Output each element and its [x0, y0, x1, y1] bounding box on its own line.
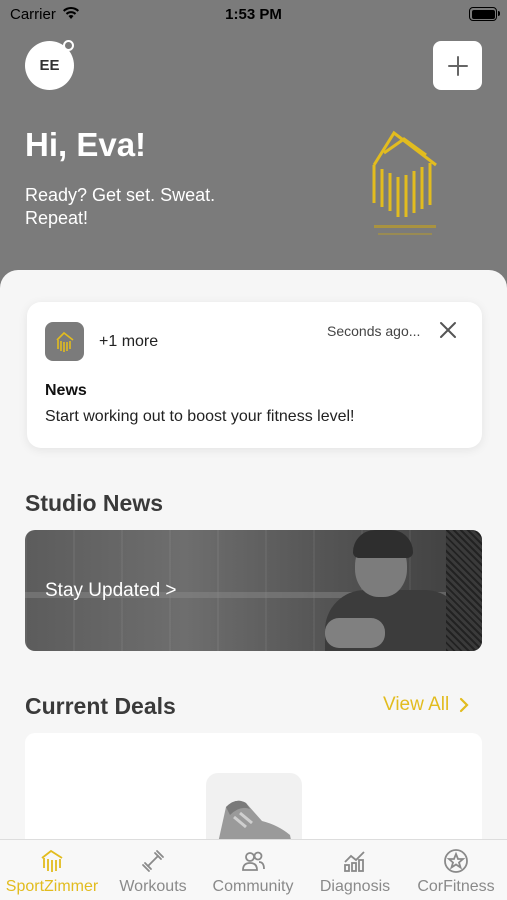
- tab-label: SportZimmer: [5, 878, 99, 895]
- notification-card[interactable]: +1 more Seconds ago... News Start workin…: [27, 302, 482, 448]
- notification-more: +1 more: [99, 333, 159, 350]
- greeting-title: Hi, Eva!: [25, 126, 147, 163]
- deal-card[interactable]: [25, 733, 482, 853]
- notification-body: Start working out to boost your fitness …: [45, 408, 355, 425]
- tab-workouts[interactable]: Workouts: [108, 840, 198, 900]
- notification-time: Seconds ago...: [327, 323, 421, 339]
- notification-dot: [63, 40, 74, 51]
- tab-label: CorFitness: [417, 878, 495, 895]
- tab-community[interactable]: Community: [205, 840, 301, 900]
- people-icon: [242, 851, 265, 871]
- chart-icon: [344, 851, 365, 872]
- brand-icon: [41, 849, 63, 872]
- chevron-right-icon: [460, 697, 469, 713]
- greeting-tagline: Ready? Get set. Sweat. Repeat!: [25, 185, 216, 228]
- dumbbell-icon: [142, 850, 164, 872]
- banner-mesh: [446, 530, 482, 651]
- banner-person-hair: [353, 530, 413, 558]
- app-logo-icon: [45, 322, 84, 361]
- stay-updated-link[interactable]: Stay Updated >: [45, 580, 177, 602]
- studio-news-banner[interactable]: Stay Updated >: [25, 530, 482, 651]
- tab-bar: SportZimmer Workouts Community Diagnosis…: [0, 839, 507, 900]
- current-deals-title: Current Deals: [25, 693, 176, 719]
- studio-news-title: Studio News: [25, 490, 164, 516]
- tab-diagnosis[interactable]: Diagnosis: [310, 840, 400, 900]
- avatar-initials: EE: [39, 57, 60, 74]
- battery-icon: [469, 7, 500, 21]
- star-icon: [444, 849, 468, 873]
- tab-corfitness[interactable]: CorFitness: [408, 840, 504, 900]
- status-bar: Carrier 1:53 PM: [0, 0, 507, 30]
- tab-label: Diagnosis: [319, 878, 391, 895]
- brand-logo: [364, 125, 442, 245]
- tab-label: Community: [212, 878, 294, 895]
- notification-title: News: [45, 382, 87, 399]
- view-all-label: View All: [383, 694, 450, 715]
- clock: 1:53 PM: [225, 6, 282, 23]
- view-all-link[interactable]: View All: [383, 694, 469, 716]
- add-button[interactable]: [433, 41, 482, 90]
- tab-label: Workouts: [119, 878, 187, 895]
- banner-person-arm: [325, 618, 385, 648]
- plus-icon: [447, 55, 468, 76]
- tab-sportzimmer[interactable]: SportZimmer: [4, 840, 100, 900]
- close-icon[interactable]: [437, 319, 459, 341]
